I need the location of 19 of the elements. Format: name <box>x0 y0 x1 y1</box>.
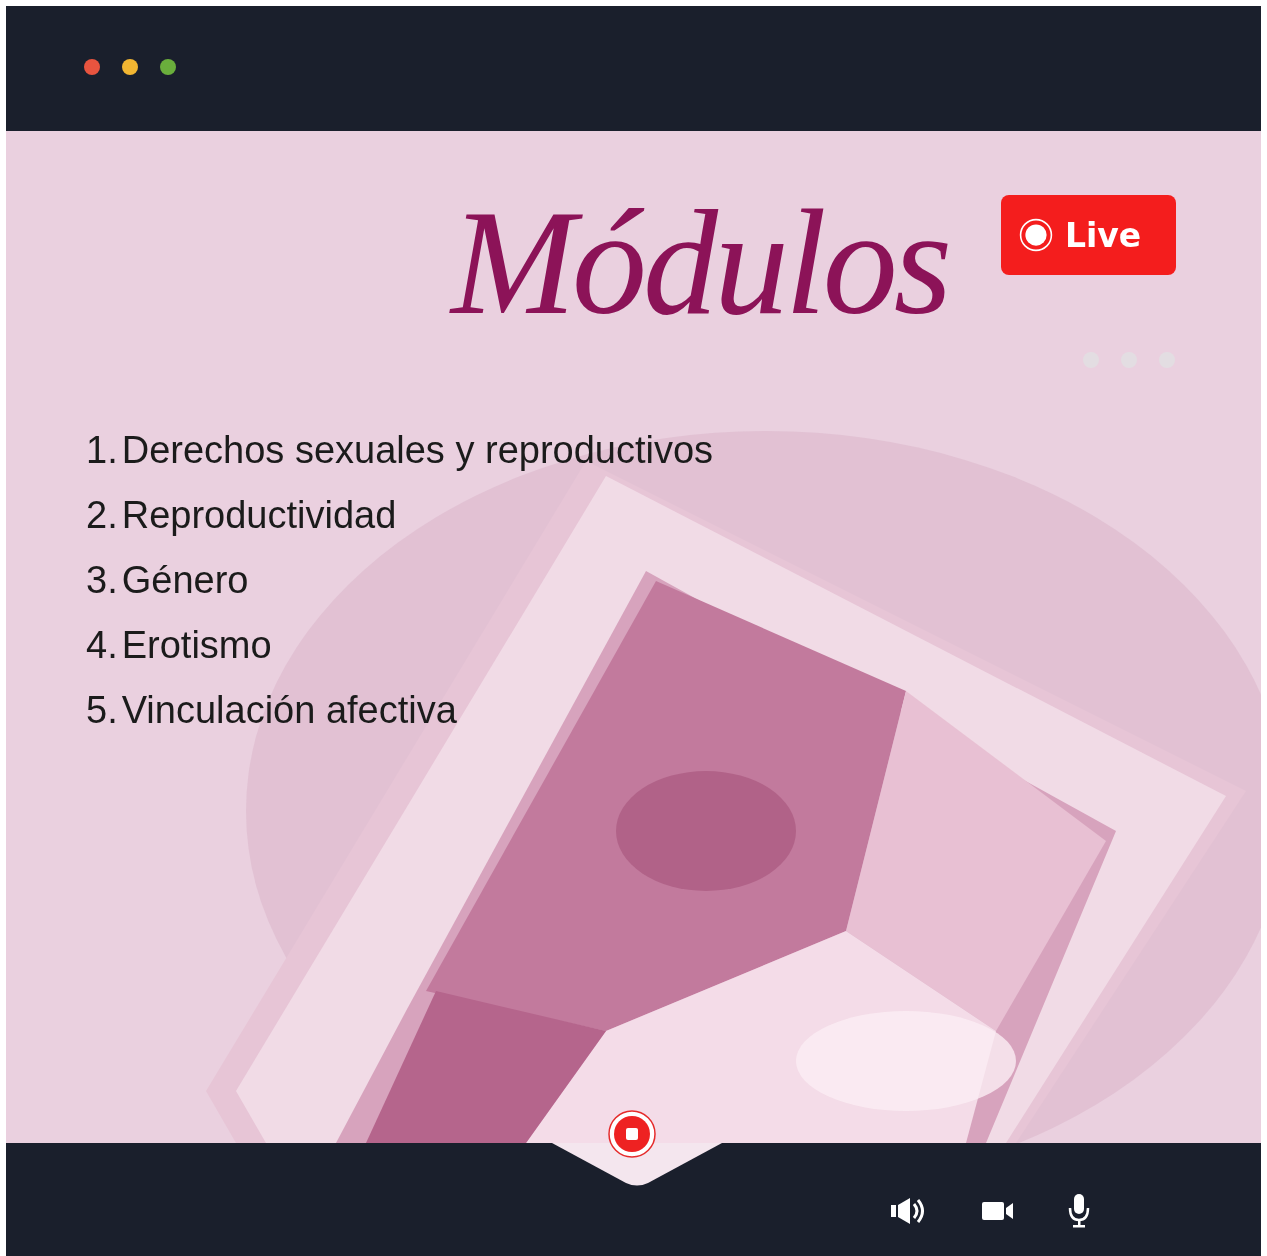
list-number: 3. <box>86 559 118 602</box>
record-icon <box>1019 218 1053 252</box>
stop-record-button[interactable] <box>607 1109 657 1159</box>
microphone-icon[interactable] <box>1067 1193 1091 1229</box>
list-number: 2. <box>86 494 118 537</box>
module-item: Reproductividad <box>121 494 397 537</box>
window-button[interactable] <box>84 58 100 75</box>
list-number: 4. <box>86 624 118 667</box>
module-item: Derechos sexuales y reproductivos <box>121 429 714 472</box>
module-item: Género <box>121 559 249 602</box>
live-button[interactable]: Live <box>1001 195 1176 275</box>
list-number: 1. <box>86 429 118 472</box>
module-item: Erotismo <box>121 624 272 667</box>
list-number: 5. <box>86 689 118 732</box>
window-button[interactable] <box>122 58 138 75</box>
module-item: Vinculación afectiva <box>121 689 457 732</box>
title: Módulos <box>451 178 948 347</box>
window-button[interactable] <box>160 58 176 75</box>
video-camera-icon[interactable] <box>981 1200 1015 1222</box>
